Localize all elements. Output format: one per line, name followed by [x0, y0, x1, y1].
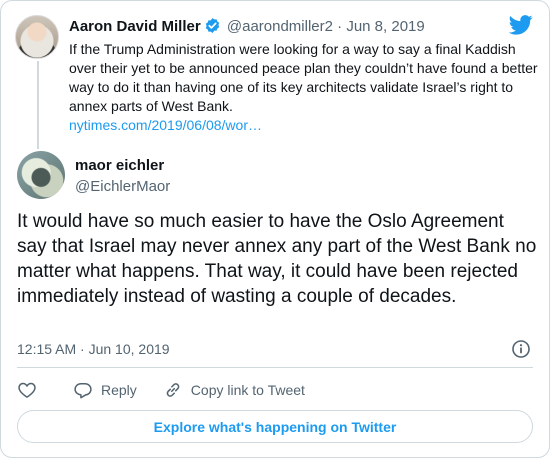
tweet-text: It would have so much easier to have the…	[17, 211, 537, 307]
thread-connector-line	[37, 61, 39, 149]
author-name[interactable]: maor eichler	[75, 157, 164, 174]
heart-icon	[17, 380, 37, 400]
author-name[interactable]: Aaron David Miller	[69, 18, 201, 35]
parent-tweet-body: If the Trump Administration were looking…	[69, 41, 538, 114]
like-button[interactable]	[17, 380, 37, 400]
tweet-embed-card: Aaron David Miller @aarondmiller2 · Jun …	[0, 0, 550, 458]
avatar[interactable]	[17, 151, 65, 199]
parent-tweet-text: If the Trump Administration were looking…	[69, 40, 539, 135]
divider	[17, 367, 533, 368]
link-icon	[163, 380, 183, 400]
author-handle[interactable]: @EichlerMaor	[75, 178, 170, 195]
twitter-bird-icon[interactable]	[508, 15, 533, 40]
copy-link-button[interactable]: Copy link to Tweet	[163, 380, 305, 400]
verified-badge-icon	[204, 17, 221, 38]
tweet-author: maor eichler @EichlerMaor	[17, 151, 517, 199]
explore-twitter-button[interactable]: Explore what's happening on Twitter	[17, 410, 533, 443]
parent-tweet[interactable]: Aaron David Miller @aarondmiller2 · Jun …	[15, 13, 539, 143]
info-icon[interactable]	[511, 339, 531, 364]
tweet-actions: Reply Copy link to Tweet	[17, 379, 305, 401]
separator: ·	[337, 18, 343, 35]
avatar[interactable]	[15, 15, 59, 59]
parent-tweet-header: Aaron David Miller @aarondmiller2 · Jun …	[69, 17, 425, 37]
copy-link-label: Copy link to Tweet	[190, 382, 305, 398]
tweet-date[interactable]: Jun 8, 2019	[346, 18, 424, 35]
author-handle[interactable]: @aarondmiller2	[227, 18, 333, 35]
article-link[interactable]: nytimes.com/2019/06/08/wor…	[69, 116, 539, 135]
tweet-timestamp[interactable]: 12:15 AM · Jun 10, 2019	[17, 341, 170, 357]
reply-label: Reply	[101, 382, 137, 398]
reply-button[interactable]: Reply	[73, 380, 137, 400]
reply-icon	[73, 380, 93, 400]
